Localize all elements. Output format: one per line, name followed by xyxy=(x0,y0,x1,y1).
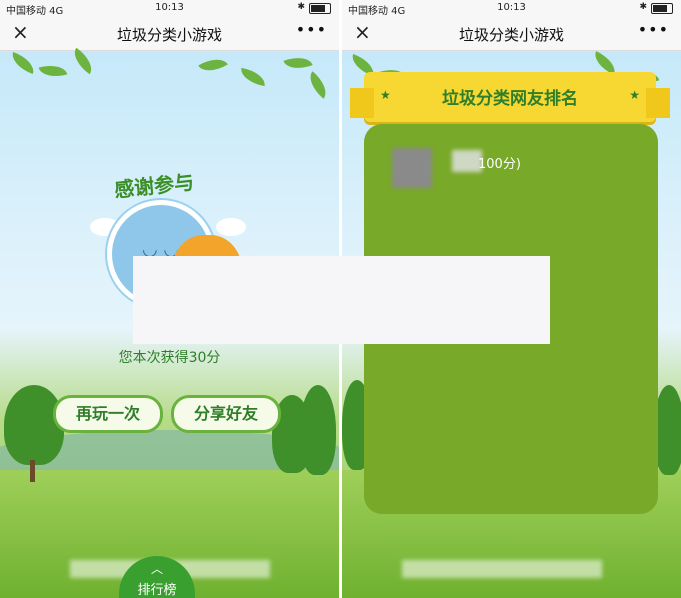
leaves-decoration xyxy=(0,47,339,100)
page-title: 垃圾分类小游戏 xyxy=(458,26,564,44)
battery-icon xyxy=(309,3,331,14)
star-icon: ★ xyxy=(629,88,640,102)
tree-right xyxy=(654,385,681,475)
blurred-footer-text xyxy=(402,560,602,578)
nav-bar: × 垃圾分类小游戏 ••• xyxy=(0,16,339,51)
wing-right xyxy=(216,218,246,236)
nav-bar: × 垃圾分类小游戏 ••• xyxy=(342,16,681,51)
share-button[interactable]: 分享好友 xyxy=(171,395,281,433)
page-title: 垃圾分类小游戏 xyxy=(116,26,222,44)
redaction-overlay xyxy=(133,256,550,344)
leaderboard-banner: ★ 垃圾分类网友排名 ★ xyxy=(350,72,670,122)
bluetooth-icon: ✱ xyxy=(639,2,647,12)
leaderboard-title: 垃圾分类网友排名 xyxy=(442,89,578,109)
more-icon[interactable]: ••• xyxy=(296,20,327,39)
play-again-button[interactable]: 再玩一次 xyxy=(53,395,163,433)
more-icon[interactable]: ••• xyxy=(638,20,669,39)
leaderboard-tab[interactable]: ︿ 排行榜 xyxy=(119,556,195,598)
score-text: 您本次获得30分 xyxy=(118,350,221,366)
time-text: 10:13 xyxy=(155,2,184,13)
tree-left xyxy=(4,385,64,465)
status-bar: 中国移动 4G 10:13 ✱ xyxy=(342,0,681,17)
bluetooth-icon: ✱ xyxy=(297,2,305,12)
ranking-entry-score: 100分) xyxy=(478,157,521,172)
thanks-heading: 感谢参与 xyxy=(113,169,196,203)
time-text: 10:13 xyxy=(497,2,526,13)
battery-icon xyxy=(651,3,673,14)
avatar xyxy=(392,148,432,188)
status-bar: 中国移动 4G 10:13 ✱ xyxy=(0,0,339,17)
leaderboard-label: 排行榜 xyxy=(137,583,177,598)
chevron-up-icon: ︿ xyxy=(150,562,163,576)
